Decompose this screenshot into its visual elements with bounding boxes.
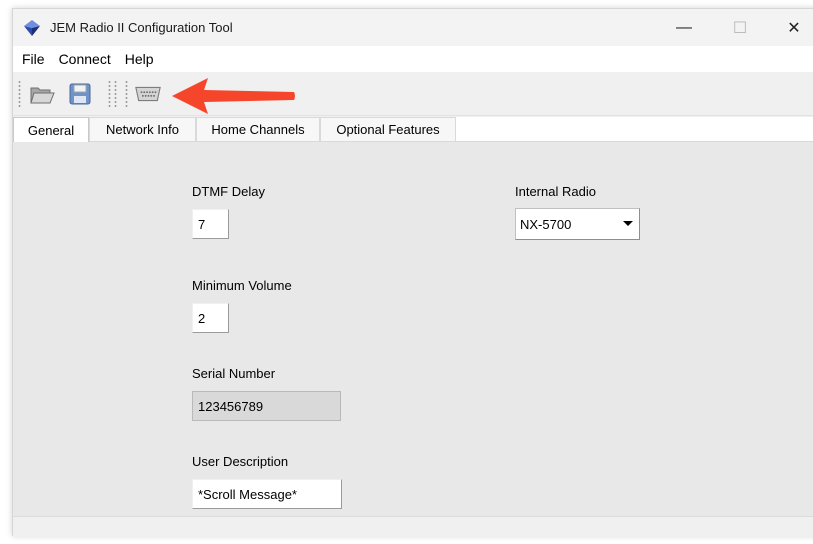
title-bar: JEM Radio II Configuration Tool — ☐ ✕ <box>13 9 813 46</box>
tab-label: Network Info <box>106 122 179 137</box>
close-button[interactable]: ✕ <box>771 9 813 46</box>
serial-number-field: 123456789 <box>192 391 341 421</box>
minimize-button[interactable]: — <box>661 9 707 46</box>
tab-optional-features[interactable]: Optional Features <box>320 117 456 141</box>
maximize-icon: ☐ <box>732 19 748 37</box>
minimum-volume-input[interactable]: 2 <box>192 303 229 333</box>
internal-radio-value: NX-5700 <box>520 216 572 232</box>
tab-label: Home Channels <box>211 122 305 137</box>
toolbar <box>13 72 813 116</box>
window-title: JEM Radio II Configuration Tool <box>50 20 233 35</box>
minimize-icon: — <box>676 18 692 36</box>
dtmf-delay-label: DTMF Delay <box>192 184 265 199</box>
close-icon: ✕ <box>787 19 801 37</box>
app-logo-icon <box>24 20 40 36</box>
tab-label: Optional Features <box>336 122 440 137</box>
tab-home-channels[interactable]: Home Channels <box>196 117 320 141</box>
folder-icon <box>30 87 55 104</box>
general-panel: DTMF Delay 7 Minimum Volume 2 Serial Num… <box>13 141 813 516</box>
open-button[interactable] <box>28 81 56 107</box>
toolbar-grip[interactable] <box>114 80 117 108</box>
toolbar-grip[interactable] <box>125 80 128 108</box>
menu-file[interactable]: File <box>15 51 52 67</box>
maximize-button[interactable]: ☐ <box>717 9 763 46</box>
serial-number-label: Serial Number <box>192 366 276 381</box>
annotation-arrow-icon <box>172 78 295 114</box>
user-description-label: User Description <box>192 454 289 469</box>
app-window: JEM Radio II Configuration Tool — ☐ ✕ Fi… <box>12 8 813 537</box>
tab-label: General <box>27 122 75 138</box>
toolbar-grip[interactable] <box>18 80 21 108</box>
menu-connect[interactable]: Connect <box>52 51 118 67</box>
internal-radio-label: Internal Radio <box>515 184 596 199</box>
internal-radio-select[interactable]: NX-5700 <box>515 208 640 240</box>
tab-general[interactable]: General <box>13 117 89 142</box>
menu-bar: File Connect Help <box>13 46 813 72</box>
menu-help[interactable]: Help <box>118 51 161 67</box>
toolbar-grip[interactable] <box>108 80 111 108</box>
connect-button[interactable] <box>134 81 162 107</box>
minimum-volume-label: Minimum Volume <box>192 278 292 293</box>
chevron-down-icon[interactable] <box>623 221 633 226</box>
save-button[interactable] <box>66 81 94 107</box>
tab-strip: General Network Info Home Channels Optio… <box>13 117 813 142</box>
serial-port-icon <box>135 86 161 102</box>
dtmf-delay-input[interactable]: 7 <box>192 209 229 239</box>
floppy-disk-icon <box>69 83 91 105</box>
status-bar <box>13 516 813 537</box>
user-description-input[interactable]: *Scroll Message* <box>192 479 342 509</box>
tab-network-info[interactable]: Network Info <box>89 117 196 141</box>
